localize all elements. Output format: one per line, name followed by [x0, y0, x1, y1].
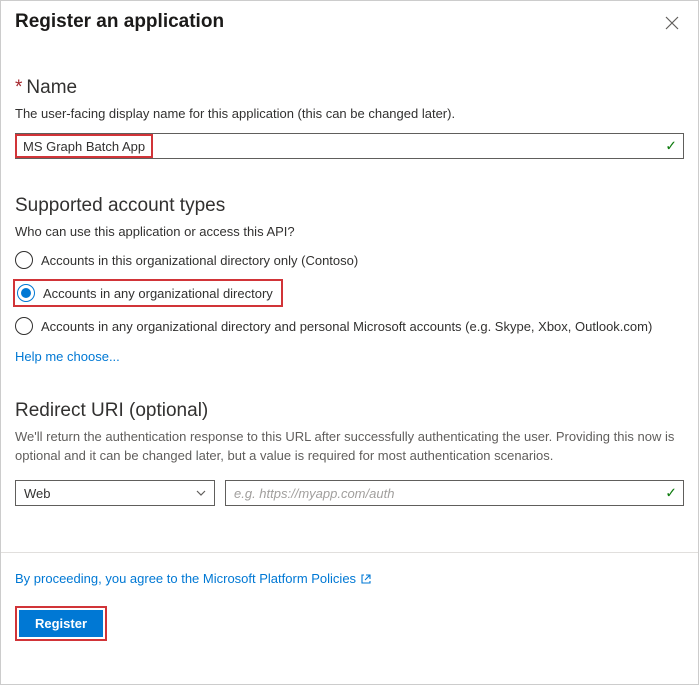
radio-icon — [15, 317, 33, 335]
radio-label: Accounts in any organizational directory — [43, 286, 273, 301]
radio-label: Accounts in this organizational director… — [41, 253, 358, 268]
redirect-platform-select[interactable]: Web — [15, 480, 215, 506]
radio-icon — [17, 284, 35, 302]
redirect-url-input[interactable] — [226, 481, 683, 505]
name-label: *Name — [15, 77, 684, 99]
name-help: The user-facing display name for this ap… — [15, 105, 684, 123]
redirect-platform-value: Web — [24, 486, 51, 501]
account-type-option-0[interactable]: Accounts in this organizational director… — [15, 251, 684, 269]
account-types-label: Supported account types — [15, 195, 684, 217]
close-icon — [665, 16, 679, 30]
required-asterisk: * — [15, 77, 22, 98]
account-types-help: Who can use this application or access t… — [15, 223, 684, 241]
name-text-field[interactable] — [153, 134, 683, 158]
help-me-choose-link[interactable]: Help me choose... — [15, 349, 120, 364]
redirect-help: We'll return the authentication response… — [15, 428, 684, 466]
redirect-label: Redirect URI (optional) — [15, 400, 684, 422]
platform-policies-link[interactable]: By proceeding, you agree to the Microsof… — [15, 571, 356, 586]
close-button[interactable] — [660, 11, 684, 35]
account-type-option-1[interactable]: Accounts in any organizational directory — [13, 279, 283, 307]
radio-label: Accounts in any organizational directory… — [41, 319, 652, 334]
account-type-option-2[interactable]: Accounts in any organizational directory… — [15, 317, 684, 335]
redirect-url-input-wrap[interactable]: ✓ — [225, 480, 684, 506]
register-button[interactable]: Register — [19, 610, 103, 637]
external-link-icon — [360, 573, 372, 585]
radio-icon — [15, 251, 33, 269]
chevron-down-icon — [196, 487, 206, 499]
page-title: Register an application — [15, 11, 224, 33]
name-input[interactable]: MS Graph Batch App ✓ — [15, 133, 684, 159]
name-value: MS Graph Batch App — [15, 134, 153, 158]
